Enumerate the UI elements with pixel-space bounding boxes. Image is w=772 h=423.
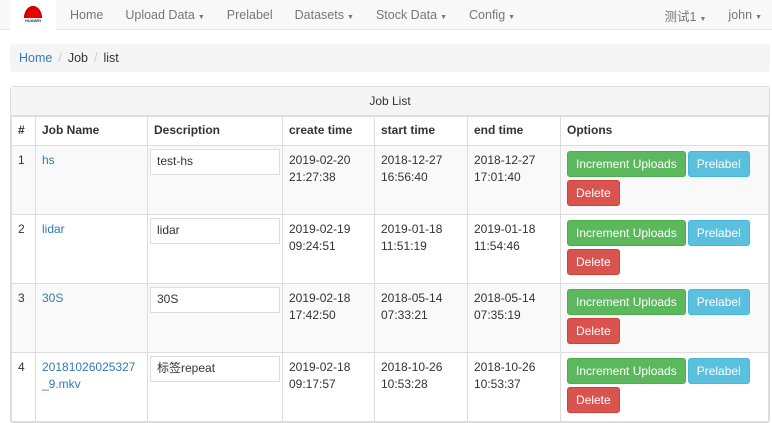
nav-item-home[interactable]: Home bbox=[70, 8, 103, 22]
column-header: create time bbox=[282, 116, 375, 146]
job-name-link[interactable]: 20181026025327_9.mkv bbox=[42, 360, 135, 391]
navbar: HUAWEI Home Upload Data ▼ Prelabel Datasets ▼… bbox=[0, 0, 772, 30]
end-time: 2018-12-27 17:01:40 bbox=[467, 145, 561, 215]
end-time: 2019-01-18 11:54:46 bbox=[467, 214, 561, 284]
row-id: 4 bbox=[11, 352, 36, 422]
end-time: 2018-10-26 10:53:37 bbox=[467, 352, 561, 422]
nav-item-prelabel[interactable]: Prelabel bbox=[227, 8, 273, 22]
column-header: Description bbox=[147, 116, 283, 146]
column-header: # bbox=[11, 116, 36, 146]
nav-item-stock-data[interactable]: Stock Data ▼ bbox=[376, 8, 447, 22]
caret-down-icon: ▼ bbox=[347, 13, 354, 21]
start-time: 2018-05-14 07:33:21 bbox=[374, 283, 468, 353]
create-time: 2019-02-20 21:27:38 bbox=[282, 145, 375, 215]
column-header: Options bbox=[560, 116, 769, 146]
prelabel-button[interactable]: Prelabel bbox=[687, 358, 750, 384]
table-row: 3 30S 30S 2019-02-18 17:42:50 2018-05-14 0… bbox=[11, 283, 769, 353]
start-time: 2019-01-18 11:51:19 bbox=[374, 214, 468, 284]
delete-button[interactable]: Delete bbox=[567, 180, 620, 206]
nav-item-datasets[interactable]: Datasets ▼ bbox=[295, 8, 354, 22]
breadcrumb-job: Job bbox=[67, 51, 88, 65]
breadcrumb-home[interactable]: Home bbox=[19, 51, 52, 65]
end-time: 2018-05-14 07:35:19 bbox=[467, 283, 561, 353]
job-name-link[interactable]: lidar bbox=[42, 222, 65, 236]
prelabel-button[interactable]: Prelabel bbox=[687, 151, 750, 177]
prelabel-button[interactable]: Prelabel bbox=[687, 289, 750, 315]
table-row: 1 hs test-hs 2019-02-20 21:27:38 2018-12-… bbox=[11, 145, 769, 215]
breadcrumb-list: list bbox=[103, 51, 119, 65]
description-field: 标签repeat bbox=[150, 356, 280, 382]
panel-title: Job List bbox=[11, 87, 769, 116]
create-time: 2019-02-19 09:24:51 bbox=[282, 214, 375, 284]
job-name-link[interactable]: 30S bbox=[42, 291, 63, 305]
column-header: end time bbox=[467, 116, 561, 146]
options-cell: Increment Uploads Prelabel Delete bbox=[560, 214, 769, 284]
description-field: 30S bbox=[150, 287, 280, 313]
table-row: 2 lidar lidar 2019-02-19 09:24:51 2019-01… bbox=[11, 214, 769, 284]
row-id: 1 bbox=[11, 145, 36, 215]
column-header: start time bbox=[374, 116, 468, 146]
create-time: 2019-02-18 09:17:57 bbox=[282, 352, 375, 422]
column-header: Job Name bbox=[35, 116, 148, 146]
caret-down-icon: ▼ bbox=[440, 13, 448, 21]
project-dropdown[interactable]: 测试1 ▼ bbox=[665, 6, 707, 25]
options-cell: Increment Uploads Prelabel Delete bbox=[560, 352, 769, 422]
prelabel-button[interactable]: Prelabel bbox=[687, 220, 750, 246]
job-name-link[interactable]: hs bbox=[42, 153, 55, 167]
delete-button[interactable]: Delete bbox=[567, 318, 620, 344]
description-field: test-hs bbox=[150, 149, 280, 175]
table-row: 4 20181026025327_9.mkv 标签repeat 2019-02-… bbox=[11, 352, 769, 422]
job-list-panel: Job List # Job Name Description create time… bbox=[10, 86, 770, 423]
create-time: 2019-02-18 17:42:50 bbox=[282, 283, 375, 353]
delete-button[interactable]: Delete bbox=[567, 249, 620, 275]
start-time: 2018-10-26 10:53:28 bbox=[374, 352, 468, 422]
breadcrumb: Home / Job / list bbox=[10, 44, 770, 72]
increment-uploads-button[interactable]: Increment Uploads bbox=[567, 358, 686, 384]
options-cell: Increment Uploads Prelabel Delete bbox=[560, 283, 769, 353]
delete-button[interactable]: Delete bbox=[567, 387, 620, 413]
nav-item-upload-data[interactable]: Upload Data ▼ bbox=[125, 8, 204, 22]
description-field: lidar bbox=[150, 218, 280, 244]
row-id: 3 bbox=[11, 283, 36, 353]
job-table: # Job Name Description create time start tim… bbox=[11, 116, 769, 422]
user-dropdown[interactable]: john ▼ bbox=[728, 8, 762, 22]
huawei-logo[interactable]: HUAWEI bbox=[10, 0, 56, 30]
increment-uploads-button[interactable]: Increment Uploads bbox=[567, 289, 686, 315]
increment-uploads-button[interactable]: Increment Uploads bbox=[567, 220, 686, 246]
caret-down-icon: ▼ bbox=[508, 13, 516, 21]
caret-down-icon: ▼ bbox=[197, 13, 205, 21]
options-cell: Increment Uploads Prelabel Delete bbox=[560, 145, 769, 215]
nav-item-config[interactable]: Config ▼ bbox=[469, 8, 515, 22]
start-time: 2018-12-27 16:56:40 bbox=[374, 145, 468, 215]
row-id: 2 bbox=[11, 214, 36, 284]
increment-uploads-button[interactable]: Increment Uploads bbox=[567, 151, 686, 177]
